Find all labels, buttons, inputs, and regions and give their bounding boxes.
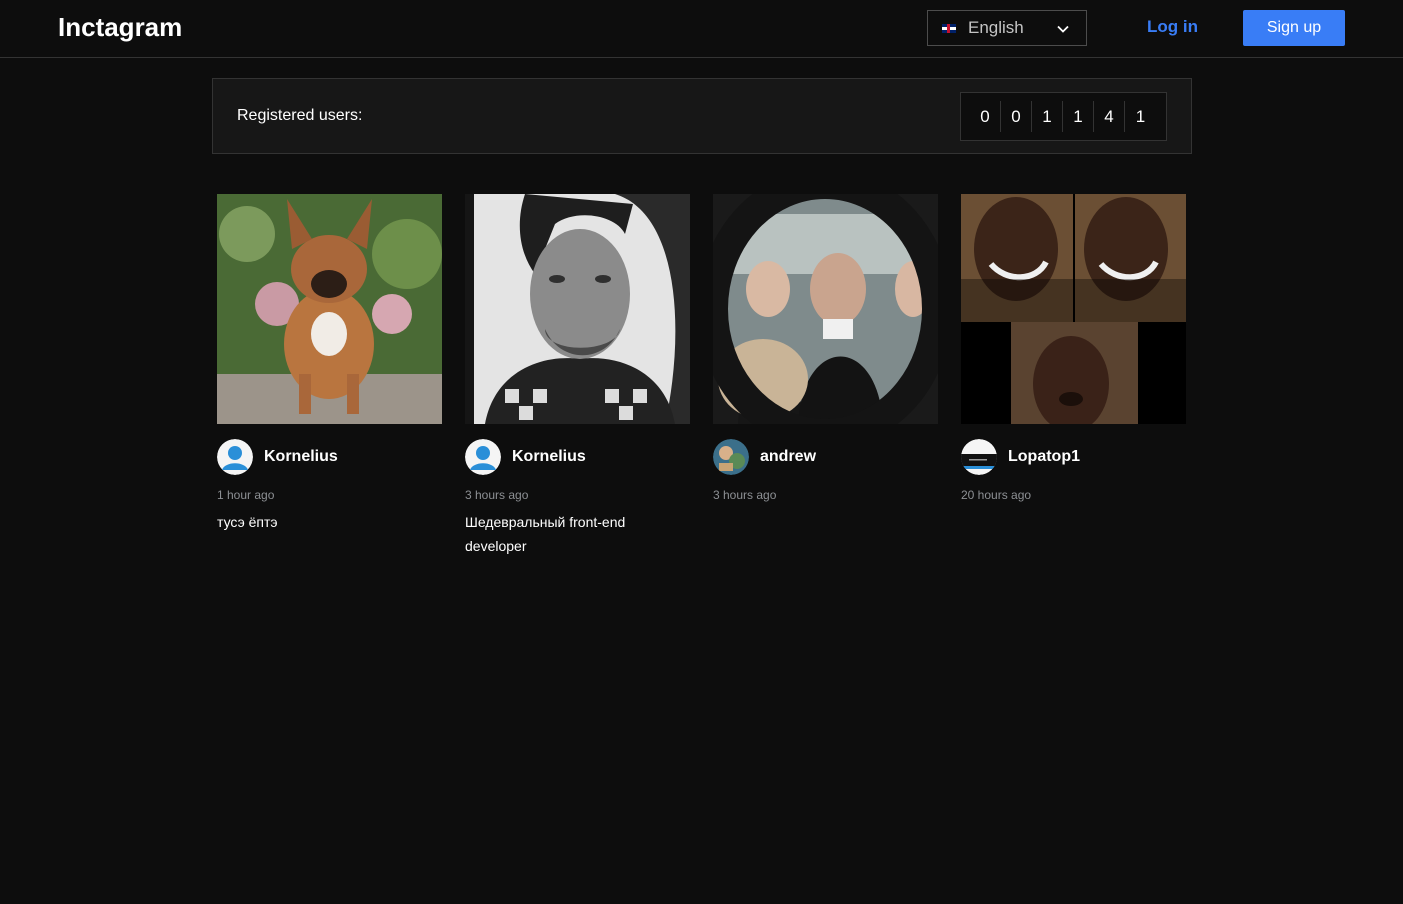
post-author-name[interactable]: Kornelius: [264, 448, 338, 466]
chevron-down-icon: [1057, 25, 1069, 33]
post-card: andrew 3 hours ago: [713, 194, 938, 510]
post-author-name[interactable]: andrew: [760, 448, 816, 466]
post-author[interactable]: Kornelius: [217, 439, 442, 475]
default-avatar-icon: [465, 439, 501, 475]
post-author[interactable]: Lopatop1: [961, 439, 1186, 475]
post-description: Шедевральный front-end developer: [465, 514, 626, 554]
post-author[interactable]: Kornelius: [465, 439, 690, 475]
post-author-name[interactable]: Lopatop1: [1008, 448, 1080, 466]
post-time: 20 hours ago: [961, 488, 1032, 502]
post-card: Kornelius 1 hour ago тусэ ёптэ: [217, 194, 442, 534]
post-author-name[interactable]: Kornelius: [512, 448, 586, 466]
uk-flag-icon: [942, 23, 956, 33]
counter-digit: 1: [1135, 106, 1146, 126]
post-time: 3 hours ago: [713, 488, 777, 502]
user-avatar: [713, 439, 749, 475]
app-logo[interactable]: Inctagram: [58, 12, 182, 43]
post-image[interactable]: [465, 194, 690, 424]
login-link[interactable]: Log in: [1147, 17, 1198, 37]
language-select[interactable]: English: [927, 10, 1087, 46]
counter-digit: 1: [1032, 101, 1063, 132]
counter-digit: 1: [1063, 101, 1094, 132]
post-time: 1 hour ago: [217, 488, 275, 502]
registered-users-panel: Registered users: 0 0 1 1 4 1: [212, 78, 1192, 154]
post-time: 3 hours ago: [465, 488, 529, 502]
counter-digit: 4: [1094, 101, 1125, 132]
signup-button[interactable]: Sign up: [1243, 10, 1345, 46]
registered-users-label: Registered users:: [237, 107, 363, 124]
post-image[interactable]: [217, 194, 442, 424]
counter-digit: 0: [1001, 101, 1032, 132]
default-avatar-icon: [217, 439, 253, 475]
post-card: Kornelius 3 hours ago Шедевральный front…: [465, 194, 690, 558]
registered-users-counter: 0 0 1 1 4 1: [960, 92, 1167, 141]
counter-digit: 0: [970, 101, 1001, 132]
post-author[interactable]: andrew: [713, 439, 938, 475]
post-image[interactable]: [713, 194, 938, 424]
post-description: тусэ ёптэ: [217, 514, 278, 530]
top-bar: Inctagram English Log in Sign up: [0, 0, 1403, 58]
user-avatar: [961, 439, 997, 475]
post-image[interactable]: [961, 194, 1186, 424]
language-select-value: English: [968, 18, 1024, 37]
post-card: Lopatop1 20 hours ago: [961, 194, 1186, 510]
